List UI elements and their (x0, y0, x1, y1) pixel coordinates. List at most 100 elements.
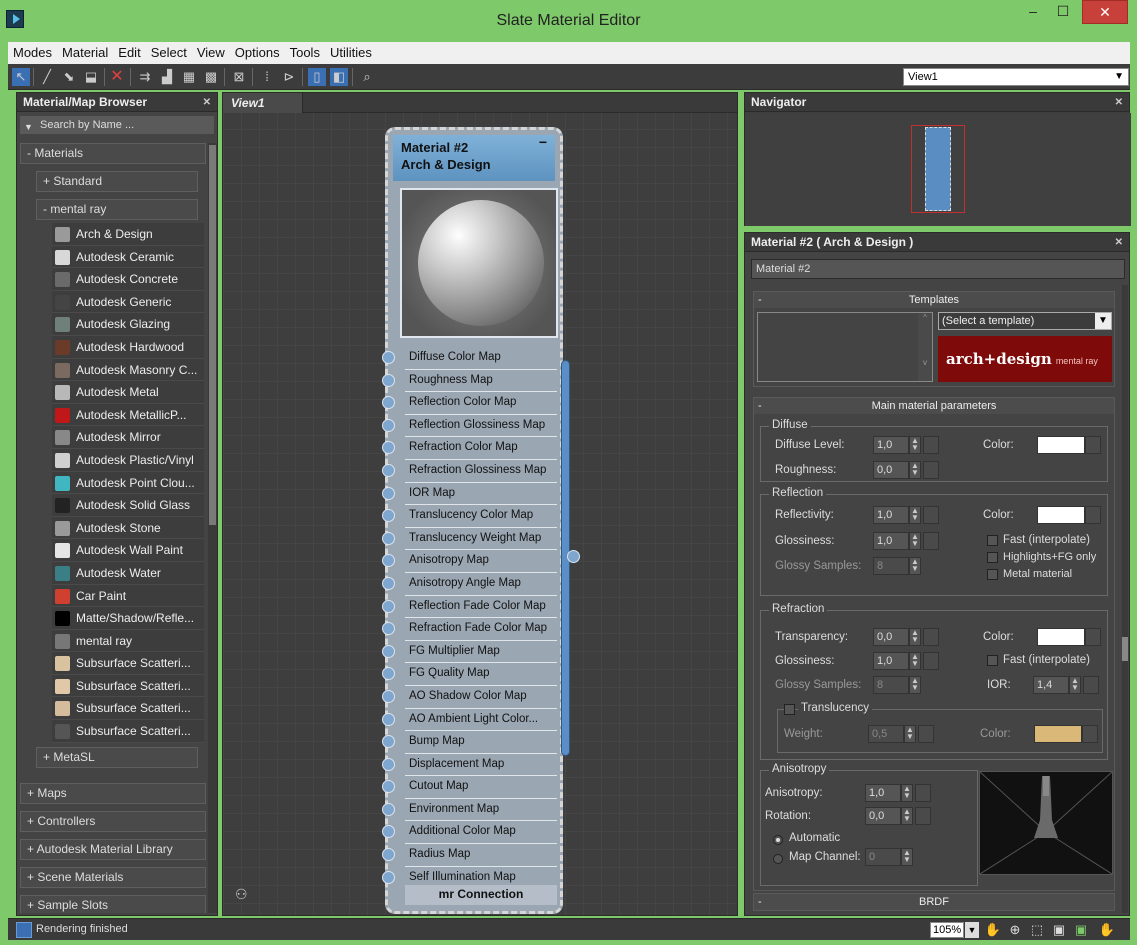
delete-icon[interactable]: ✕ (108, 68, 126, 86)
input-socket[interactable] (382, 441, 395, 455)
zoom-extents-icon[interactable]: ▣ (1050, 921, 1068, 939)
node-header[interactable]: Material #2 Arch & Design − (393, 134, 555, 181)
map-slot[interactable]: Roughness Map (382, 370, 557, 393)
translucency-weight-map-button[interactable] (918, 725, 934, 743)
reflectivity-spinner[interactable]: 1,0 (873, 506, 909, 524)
map-slot[interactable]: FG Quality Map (382, 663, 557, 686)
input-socket[interactable] (382, 463, 395, 477)
pan-hand-icon[interactable]: ✋ (984, 921, 1002, 939)
list-item[interactable]: Autodesk Point Clou... (52, 471, 204, 495)
material-node[interactable]: Material #2 Arch & Design − Diffuse Colo… (382, 127, 580, 914)
template-select[interactable]: (Select a template) ▼ (938, 312, 1112, 330)
anisotropy-map-button[interactable] (915, 784, 931, 802)
roughness-map-button[interactable] (923, 461, 939, 479)
spinner-arrows-icon[interactable]: ▲ ▼ (909, 557, 921, 575)
translucency-color-map-button[interactable] (1082, 725, 1098, 743)
map-slot[interactable]: Anisotropy Map (382, 550, 557, 573)
diffuse-level-spinner[interactable]: 1,0 (873, 436, 909, 454)
list-item[interactable]: Autodesk Glazing (52, 313, 204, 336)
diffuse-level-map-button[interactable] (923, 436, 939, 454)
input-socket[interactable] (382, 825, 395, 839)
map-slot[interactable]: IOR Map (382, 483, 557, 506)
map-slot[interactable]: Refraction Color Map (382, 437, 557, 460)
refl-glossiness-map-button[interactable] (923, 532, 939, 550)
anisotropy-spinner[interactable]: 1,0 (865, 784, 901, 802)
spinner-arrows-icon[interactable]: ▲ ▼ (1069, 676, 1081, 694)
group-controllers[interactable]: + Controllers (20, 810, 206, 832)
input-socket[interactable] (382, 870, 395, 884)
map-slot[interactable]: Displacement Map (382, 754, 557, 777)
menu-edit[interactable]: Edit (113, 42, 145, 62)
input-socket[interactable] (382, 622, 395, 636)
template-list[interactable]: ^ v (757, 312, 933, 382)
map-slot[interactable]: Reflection Color Map (382, 392, 557, 415)
close-icon[interactable]: ✕ (203, 93, 211, 112)
map-slot[interactable]: Cutout Map (382, 776, 557, 799)
input-socket[interactable] (382, 576, 395, 590)
parameter-editor-toggle-icon[interactable]: ◧ (330, 68, 348, 86)
select-tool-icon[interactable]: ↖ (12, 68, 30, 86)
refl-glossy-samples-spinner[interactable]: 8 (873, 557, 909, 575)
spinner-arrows-icon[interactable]: ▲ ▼ (901, 807, 913, 825)
pan-to-selected-icon[interactable]: ✋ (1098, 921, 1116, 939)
map-channel-radio[interactable] (773, 854, 783, 864)
menu-options[interactable]: Options (230, 42, 285, 62)
view-dropdown[interactable]: View1 ▼ (903, 68, 1129, 86)
put-to-scene-icon[interactable]: ⬊ (60, 68, 78, 86)
close-button[interactable]: ✕ (1082, 0, 1128, 24)
background-icon[interactable]: ▩ (202, 68, 220, 86)
input-socket[interactable] (382, 802, 395, 816)
spinner-arrows-icon[interactable]: ▲ ▼ (909, 628, 921, 646)
translucency-weight-spinner[interactable]: 0,5 (868, 725, 904, 743)
chevron-down-icon[interactable]: ▼ (965, 922, 979, 938)
map-slot[interactable]: AO Ambient Light Color... (382, 709, 557, 732)
zoom-field[interactable]: 105% (930, 922, 964, 938)
layout-icon[interactable]: ⊠ (230, 68, 248, 86)
node-view[interactable]: View1 Material #2 Arch & Design − Diffus… (222, 92, 738, 916)
pick-material-icon[interactable]: ╱ (38, 68, 56, 86)
refl-fast-checkbox[interactable] (987, 535, 998, 546)
list-item[interactable]: Autodesk Plastic/Vinyl (52, 448, 204, 472)
maximize-button[interactable]: ☐ (1048, 0, 1078, 24)
list-item[interactable]: Autodesk Solid Glass (52, 494, 204, 517)
material-browser-toggle-icon[interactable]: ▯ (308, 68, 326, 86)
rotation-map-button[interactable] (915, 807, 931, 825)
translucency-color-swatch[interactable] (1034, 725, 1082, 743)
menu-utilities[interactable]: Utilities (325, 42, 377, 62)
layout-all-icon[interactable]: ⁞ (258, 68, 276, 86)
browser-scrollbar[interactable] (208, 143, 217, 913)
map-slot[interactable]: Refraction Fade Color Map (382, 618, 557, 641)
group-scene-materials[interactable]: + Scene Materials (20, 866, 206, 888)
rotation-spinner[interactable]: 0,0 (865, 807, 901, 825)
list-item[interactable]: Autodesk Masonry C... (52, 358, 204, 382)
list-item[interactable]: Subsurface Scatteri... (52, 720, 204, 743)
menu-select[interactable]: Select (146, 42, 192, 62)
binoculars-icon[interactable]: ⚇ (235, 886, 248, 903)
close-icon[interactable]: ✕ (1115, 93, 1123, 112)
input-socket[interactable] (382, 373, 395, 387)
map-slot[interactable]: Additional Color Map (382, 821, 557, 845)
spinner-arrows-icon[interactable]: ▲ ▼ (909, 506, 921, 524)
scrollbar-thumb[interactable] (209, 145, 216, 525)
group-autodesk-material-library[interactable]: + Autodesk Material Library (20, 838, 206, 860)
input-socket[interactable] (382, 644, 395, 658)
group-mental-ray[interactable]: - mental ray (36, 199, 198, 220)
zoom-icon[interactable]: ⊕ (1006, 921, 1024, 939)
show-map-icon[interactable]: ▦ (180, 68, 198, 86)
assign-material-icon[interactable]: ⬓ (82, 68, 100, 86)
ior-map-button[interactable] (1083, 676, 1099, 694)
params-scrollbar[interactable] (1122, 285, 1128, 913)
spinner-arrows-icon[interactable]: ▲ ▼ (909, 652, 921, 670)
input-socket[interactable] (382, 396, 395, 410)
map-channel-spinner[interactable]: 0 (865, 848, 901, 866)
group-standard[interactable]: + Standard (36, 171, 198, 192)
map-slot[interactable]: Reflection Fade Color Map (382, 596, 557, 619)
spinner-arrows-icon[interactable]: ▲ ▼ (909, 461, 921, 479)
map-slot[interactable]: Translucency Color Map (382, 505, 557, 528)
refr-fast-checkbox[interactable] (987, 655, 998, 666)
spinner-arrows-icon[interactable]: ▲ ▼ (904, 725, 916, 743)
triangle-down-icon[interactable]: ▼ (24, 118, 33, 136)
input-socket[interactable] (382, 757, 395, 771)
layout-children-icon[interactable]: ⊳ (280, 68, 298, 86)
list-item[interactable]: Autodesk Water (52, 561, 204, 585)
